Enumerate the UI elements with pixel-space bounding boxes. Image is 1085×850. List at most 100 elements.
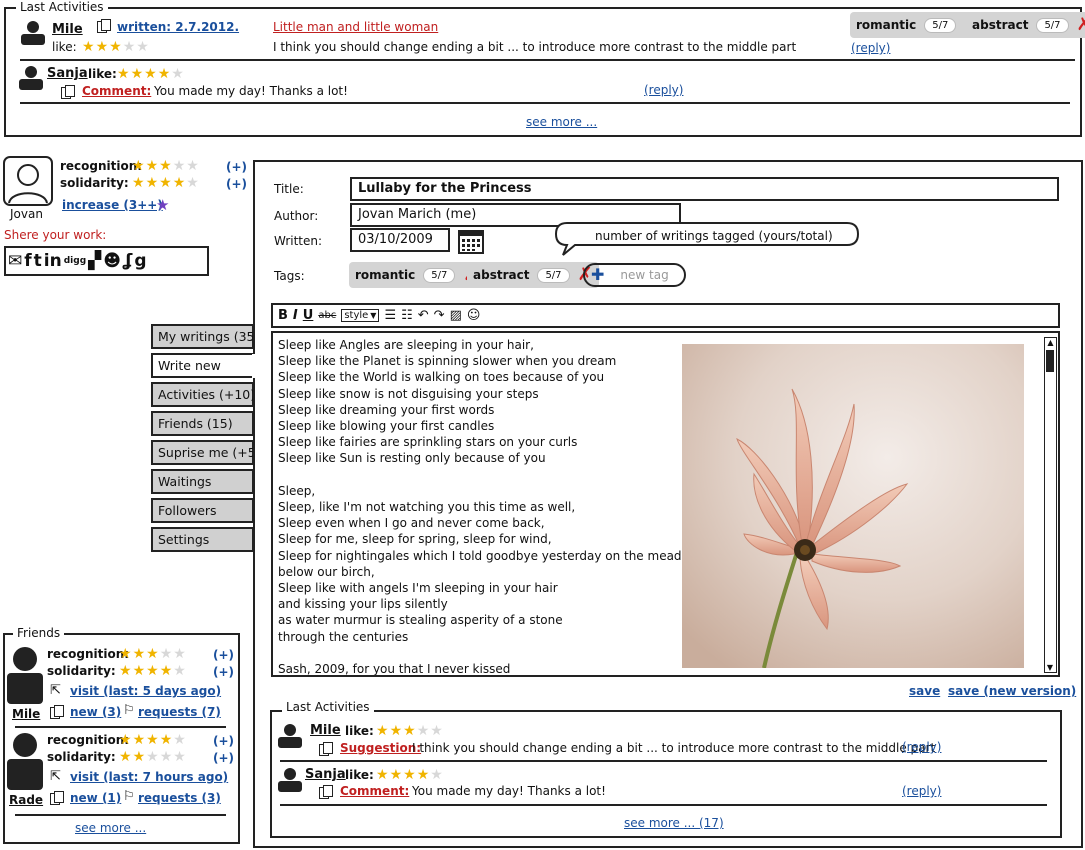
star-filled-icon[interactable]: ★ (133, 733, 146, 747)
recognition-plus-button[interactable]: (+) (213, 648, 234, 662)
star-empty-icon[interactable]: ★ (136, 40, 149, 54)
redo-icon[interactable]: ↷ (434, 308, 445, 323)
star-filled-icon[interactable]: ★ (133, 750, 146, 764)
activity-user-sanja[interactable]: Sanja (47, 66, 88, 81)
writing-title-link[interactable]: Little man and little woman (273, 20, 438, 34)
bold-button[interactable]: B (278, 308, 288, 323)
star-empty-icon[interactable]: ★ (160, 750, 173, 764)
comment-label[interactable]: Comment: (82, 84, 151, 98)
activity-user-sanja[interactable]: Sanja (305, 767, 346, 782)
star-empty-icon[interactable]: ★ (146, 750, 159, 764)
recognition-plus-button[interactable]: (+) (213, 734, 234, 748)
scroll-up-icon[interactable]: ▲ (1045, 338, 1056, 347)
new-writings-link[interactable]: new (3) (70, 705, 121, 719)
reply-link[interactable]: (reply) (644, 83, 683, 97)
star-filled-icon[interactable]: ★ (146, 176, 159, 190)
calendar-icon[interactable] (458, 228, 484, 254)
requests-link[interactable]: requests (3) (138, 791, 221, 805)
see-more-link[interactable]: see more ... (17) (624, 816, 724, 830)
solidarity-plus-button[interactable]: (+) (213, 665, 234, 679)
visit-link[interactable]: visit (last: 7 hours ago) (70, 770, 228, 784)
star-empty-icon[interactable]: ★ (173, 664, 186, 678)
remove-tag-icon[interactable]: ✗ (1077, 16, 1085, 34)
undo-icon[interactable]: ↶ (418, 308, 429, 323)
suggestion-label[interactable]: Suggestion: (340, 741, 421, 755)
numbered-list-icon[interactable]: ☷ (401, 308, 413, 323)
recognition-plus-button[interactable]: (+) (226, 160, 247, 174)
star-filled-icon[interactable]: ★ (119, 733, 132, 747)
star-filled-icon[interactable]: ★ (390, 768, 403, 782)
reddit-share-icon[interactable]: ☻ (103, 251, 121, 271)
star-filled-icon[interactable]: ★ (146, 664, 159, 678)
new-tag-input[interactable]: ✚ new tag (583, 263, 686, 287)
star-filled-icon[interactable]: ★ (376, 768, 389, 782)
bullet-list-icon[interactable]: ☰ (384, 308, 396, 323)
save-new-version-link[interactable]: save (new version) (948, 684, 1076, 698)
written-date-input[interactable]: 03/10/2009 (350, 228, 450, 252)
nav-settings[interactable]: Settings (151, 527, 254, 552)
reply-link[interactable]: (reply) (851, 41, 890, 55)
friends-see-more-link[interactable]: see more ... (75, 821, 146, 835)
star-empty-icon[interactable]: ★ (417, 724, 430, 738)
delicious-share-icon[interactable]: ▞ (88, 251, 101, 271)
facebook-share-icon[interactable]: f (24, 251, 31, 271)
star-filled-icon[interactable]: ★ (96, 40, 109, 54)
editor-scrollbar[interactable]: ▲ ▼ (1044, 337, 1057, 673)
star-filled-icon[interactable]: ★ (403, 768, 416, 782)
insert-image-icon[interactable]: ▨ (450, 308, 462, 323)
save-link[interactable]: save (909, 684, 940, 698)
star-filled-icon[interactable]: ★ (417, 768, 430, 782)
nav-surprise-me[interactable]: Suprise me (+5) (151, 440, 261, 465)
digg-share-icon[interactable]: digg (64, 256, 86, 266)
star-filled-icon[interactable]: ★ (146, 159, 159, 173)
star-empty-icon[interactable]: ★ (123, 40, 136, 54)
star-empty-icon[interactable]: ★ (430, 724, 443, 738)
star-filled-icon[interactable]: ★ (109, 40, 122, 54)
activity-user-mile[interactable]: Mile (310, 723, 341, 738)
star-filled-icon[interactable]: ★ (132, 176, 145, 190)
nav-activities[interactable]: Activities (+10) (151, 382, 255, 407)
friend-name[interactable]: Rade (9, 793, 43, 807)
see-more-link[interactable]: see more ... (526, 115, 597, 129)
star-filled-icon[interactable]: ★ (119, 647, 132, 661)
star-empty-icon[interactable]: ★ (186, 176, 199, 190)
star-filled-icon[interactable]: ★ (119, 750, 132, 764)
reply-link[interactable]: (reply) (902, 740, 941, 754)
solidarity-plus-button[interactable]: (+) (226, 177, 247, 191)
star-empty-icon[interactable]: ★ (186, 159, 199, 173)
star-empty-icon[interactable]: ★ (171, 67, 184, 81)
email-share-icon[interactable]: ✉ (8, 251, 22, 271)
nav-followers[interactable]: Followers (151, 498, 254, 523)
solidarity-plus-button[interactable]: (+) (213, 751, 234, 765)
requests-link[interactable]: requests (7) (138, 705, 221, 719)
star-filled-icon[interactable]: ★ (146, 733, 159, 747)
comment-label[interactable]: Comment: (340, 784, 409, 798)
star-filled-icon[interactable]: ★ (131, 67, 144, 81)
increase-link[interactable]: increase (3++) (62, 198, 163, 212)
editor-area[interactable]: Sleep like Angles are sleeping in your h… (271, 331, 1060, 677)
star-filled-icon[interactable]: ★ (82, 40, 95, 54)
google-share-icon[interactable]: g (134, 251, 146, 271)
star-empty-icon[interactable]: ★ (430, 768, 443, 782)
nav-waitings[interactable]: Waitings (151, 469, 254, 494)
star-filled-icon[interactable]: ★ (146, 647, 159, 661)
nav-my-writings[interactable]: My writings (35) (151, 324, 259, 349)
star-filled-icon[interactable]: ★ (390, 724, 403, 738)
linkedin-share-icon[interactable]: in (44, 251, 62, 271)
italic-button[interactable]: I (293, 308, 298, 323)
star-filled-icon[interactable]: ★ (132, 159, 145, 173)
scroll-down-icon[interactable]: ▼ (1045, 663, 1055, 672)
reply-link[interactable]: (reply) (902, 784, 941, 798)
star-empty-icon[interactable]: ★ (173, 750, 186, 764)
style-dropdown[interactable]: style ▼ (341, 309, 380, 322)
nav-friends[interactable]: Friends (15) (151, 411, 254, 436)
star-filled-icon[interactable]: ★ (159, 176, 172, 190)
friend-name[interactable]: Mile (12, 707, 40, 721)
star-empty-icon[interactable]: ★ (173, 159, 186, 173)
written-date-link[interactable]: written: 2.7.2012. (117, 20, 239, 34)
star-filled-icon[interactable]: ★ (158, 67, 171, 81)
star-filled-icon[interactable]: ★ (159, 159, 172, 173)
stumble-share-icon[interactable]: ʆ (123, 251, 132, 271)
nav-write-new[interactable]: Write new (151, 353, 257, 378)
activity-user-mile[interactable]: Mile (52, 22, 83, 37)
